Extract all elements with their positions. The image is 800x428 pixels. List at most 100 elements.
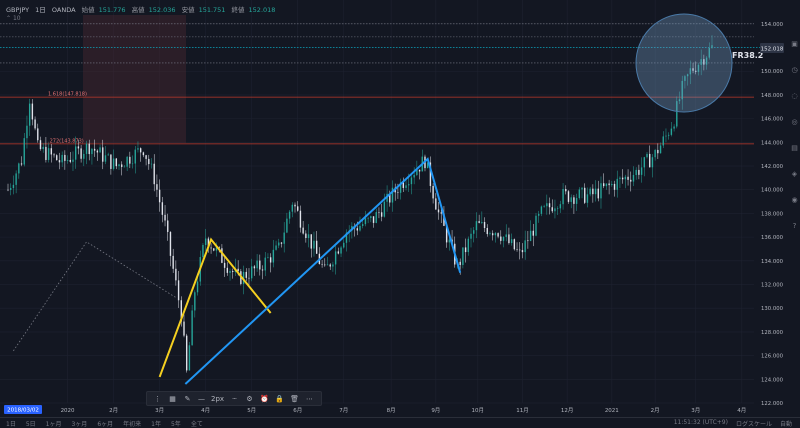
x-tick-label: 4月 <box>737 407 746 414</box>
candle-body <box>667 134 670 136</box>
x-tick-label: 8月 <box>387 407 396 414</box>
range-button[interactable]: 5日 <box>26 419 36 428</box>
candle-body <box>221 248 223 263</box>
x-tick-label: 11月 <box>516 407 529 414</box>
candle-body <box>413 174 415 178</box>
range-button[interactable]: 1ヶ月 <box>46 419 62 428</box>
sidebar-data-icon[interactable]: ◉ <box>791 196 797 204</box>
y-tick-label: 132.000 <box>761 283 784 289</box>
range-button[interactable]: 1日 <box>6 419 16 428</box>
auto-scale-toggle[interactable]: 自動 <box>780 419 792 428</box>
right-sidebar: ▣ ◷ ◌ ◎ ▤ ◈ ◉ ? <box>789 40 800 230</box>
candle-body <box>61 154 63 163</box>
high-label: 高値 <box>131 6 145 14</box>
candle-body <box>134 149 136 164</box>
candle-body <box>102 147 104 162</box>
target-ellipse[interactable] <box>635 13 733 113</box>
sidebar-help-icon[interactable]: ? <box>793 222 797 230</box>
trash-icon[interactable]: 🗑 <box>290 395 299 403</box>
candle-body <box>121 164 123 167</box>
low-label: 安値 <box>181 6 195 14</box>
candle-body <box>586 194 589 203</box>
candle-body <box>37 128 39 141</box>
candle-body <box>202 244 204 258</box>
candle-body <box>137 148 139 150</box>
candle-body <box>380 212 383 217</box>
candle-body <box>510 239 513 244</box>
y-tick-label: 136.000 <box>761 235 784 241</box>
template-icon[interactable]: ▦ <box>168 395 177 403</box>
candle-body <box>473 230 475 234</box>
candle-body <box>272 249 275 263</box>
candle-body <box>321 263 323 265</box>
candle-body <box>175 268 177 281</box>
candle-body <box>483 221 486 229</box>
candle-body <box>248 277 250 279</box>
candle-body <box>85 143 88 154</box>
candle-body <box>670 128 673 135</box>
interval-label[interactable]: 1日 <box>35 6 46 14</box>
fr-label: FR38.2 <box>732 51 763 60</box>
log-scale-toggle[interactable]: ログスケール <box>736 419 772 428</box>
candle-body <box>673 126 675 129</box>
candle-body <box>481 221 483 223</box>
more-icon[interactable]: ⋯ <box>305 395 314 403</box>
candle-body <box>462 247 464 265</box>
candle-body <box>39 140 42 150</box>
candle-body <box>115 158 118 167</box>
symbol-label[interactable]: GBPJPY <box>6 6 29 14</box>
alert-icon[interactable]: ⏰ <box>260 395 269 403</box>
candle-body <box>177 280 180 301</box>
sidebar-calendar-icon[interactable]: ▤ <box>791 144 798 152</box>
y-tick-label: 144.000 <box>761 140 784 146</box>
x-tick-label: 3月 <box>155 407 164 414</box>
line-width-label[interactable]: 2px <box>211 395 224 403</box>
candle-body <box>649 153 651 168</box>
candle-body <box>364 218 367 225</box>
range-button[interactable]: 1年 <box>151 419 161 428</box>
line-style-icon[interactable]: ┄ <box>230 395 239 403</box>
line-width-icon[interactable]: — <box>198 395 205 403</box>
range-button[interactable]: 5年 <box>171 419 181 428</box>
candle-body <box>340 247 342 254</box>
x-tick-label: 6月 <box>293 407 302 414</box>
candle-body <box>640 167 643 175</box>
range-button[interactable]: 全て <box>191 419 203 428</box>
settings-icon[interactable]: ⚙ <box>245 395 254 403</box>
candle-body <box>513 239 516 250</box>
range-button[interactable]: 年初来 <box>123 419 141 428</box>
drag-handle-icon[interactable]: ⋮ <box>153 395 162 403</box>
candle-body <box>632 175 635 182</box>
candle-body <box>275 245 277 250</box>
candle-body <box>110 154 112 169</box>
blue-wave-line[interactable] <box>184 157 462 385</box>
sidebar-chat-icon[interactable]: ◌ <box>791 92 797 100</box>
sidebar-notify-icon[interactable]: ◈ <box>792 170 797 178</box>
candle-body <box>186 335 188 371</box>
candle-body <box>261 269 264 271</box>
candle-body <box>627 176 629 180</box>
candle-body <box>15 173 17 185</box>
y-tick-label: 134.000 <box>761 259 784 265</box>
high-value: 152.036 <box>148 6 176 14</box>
dotted-trend-line[interactable] <box>13 241 177 352</box>
collapse-icon[interactable]: ⌃ <box>6 15 11 22</box>
indicator-row[interactable]: ⌃ 10 <box>6 15 21 22</box>
range-button[interactable]: 6ヶ月 <box>97 419 113 428</box>
sidebar-watchlist-icon[interactable]: ▣ <box>791 40 798 48</box>
sidebar-alerts-icon[interactable]: ◷ <box>791 66 797 74</box>
pencil-icon[interactable]: ✎ <box>183 395 192 403</box>
sidebar-ideas-icon[interactable]: ◎ <box>791 118 797 126</box>
chart-canvas[interactable]: 1.618(147.818).272(143.873) 122.000124.0… <box>0 0 800 428</box>
candle-body <box>497 233 499 237</box>
candle-body <box>7 189 9 191</box>
candle-body <box>635 169 637 176</box>
lock-icon[interactable]: 🔒 <box>275 395 284 403</box>
x-tick-label: 4月 <box>201 407 210 414</box>
candle-body <box>126 156 128 167</box>
candle-body <box>283 232 285 244</box>
y-tick-label: 138.000 <box>761 211 784 217</box>
candle-body <box>624 176 627 180</box>
range-button[interactable]: 3ヶ月 <box>71 419 87 428</box>
candle-body <box>494 233 497 236</box>
